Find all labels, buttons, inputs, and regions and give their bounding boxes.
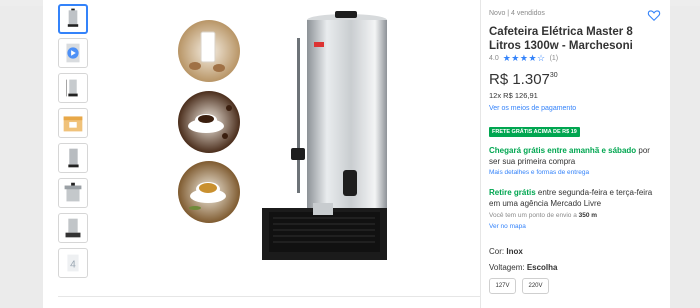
delivery-details-link[interactable]: Mais detalhes e formas de entrega — [489, 169, 589, 176]
svg-text:4: 4 — [70, 260, 76, 271]
voltage-options: 127V 220V — [489, 278, 549, 294]
pickup-highlight: Retire grátis — [489, 188, 536, 197]
color-row: Cor: Inox — [489, 247, 523, 256]
thumbnail-urn[interactable] — [58, 4, 88, 34]
lid-icon — [64, 182, 82, 202]
installments: 12x R$ 126,91 — [489, 91, 538, 100]
price: R$ 1.30730 — [489, 71, 558, 88]
urn-side-icon — [68, 148, 79, 168]
voltage-option-127v[interactable]: 127V — [489, 278, 516, 294]
tea-cup-photo — [178, 161, 240, 223]
coffee-urn-photo — [262, 11, 387, 260]
urn-box-icon — [65, 218, 81, 238]
video-icon — [66, 43, 80, 63]
price-main: R$ 1.307 — [489, 71, 550, 88]
color-value: Inox — [506, 247, 523, 256]
gallery-bottom-divider — [58, 296, 480, 297]
thumbnail-dimensions[interactable] — [58, 73, 88, 103]
urn-dimensions-icon — [66, 79, 78, 97]
color-label: Cor: — [489, 247, 507, 256]
rating-row[interactable]: 4.0 ★★★★☆ (1) — [489, 54, 558, 63]
voltage-option-220v[interactable]: 220V — [522, 278, 549, 294]
thumbnail-video[interactable] — [58, 38, 88, 68]
rating-count: (1) — [549, 55, 559, 62]
more-images-icon: 4 — [67, 254, 79, 272]
rating-value: 4.0 — [489, 55, 499, 62]
voltage-row: Voltagem: Escolha — [489, 263, 558, 272]
thumbnail-lid[interactable] — [58, 178, 88, 208]
payment-methods-link[interactable]: Ver os meios de pagamento — [489, 105, 576, 112]
voltage-label: Voltagem: — [489, 263, 527, 272]
main-product-image[interactable] — [175, 8, 395, 264]
condition-sold-count: Novo | 4 vendidos — [489, 10, 545, 17]
pickup-distance: 350 m — [578, 212, 598, 219]
thumbnail-package[interactable] — [58, 108, 88, 138]
heart-icon[interactable] — [647, 8, 661, 22]
delivery-highlight: Chegará grátis entre amanhã e sábado — [489, 146, 637, 155]
pickup-note-prefix: Você tem um ponto de envio a — [489, 212, 579, 219]
rating-stars-icon: ★★★★☆ — [502, 53, 546, 63]
package-icon — [63, 116, 83, 132]
coffee-cup-photo — [178, 91, 240, 153]
thumbnail-urn-box[interactable] — [58, 213, 88, 243]
map-link[interactable]: Ver no mapa — [489, 223, 526, 230]
thumbnail-more[interactable]: 4 — [58, 248, 88, 278]
free-shipping-badge: FRETE GRÁTIS ACIMA DE R$ 19 — [489, 127, 580, 137]
price-cents: 30 — [549, 72, 558, 79]
urn-icon — [67, 8, 79, 27]
pickup-info: Retire grátis entre segunda-feira e terç… — [489, 188, 661, 209]
delivery-info: Chegará grátis entre amanhã e sábado por… — [489, 146, 661, 167]
product-title: Cafeteira Elétrica Master 8 Litros 1300w… — [489, 26, 633, 52]
pickup-distance-note: Você tem um ponto de envio a 350 m — [489, 212, 597, 219]
voltage-value: Escolha — [526, 263, 558, 272]
thumbnail-urn-side[interactable] — [58, 143, 88, 173]
column-divider — [480, 0, 481, 308]
milk-glass-photo — [178, 20, 240, 82]
